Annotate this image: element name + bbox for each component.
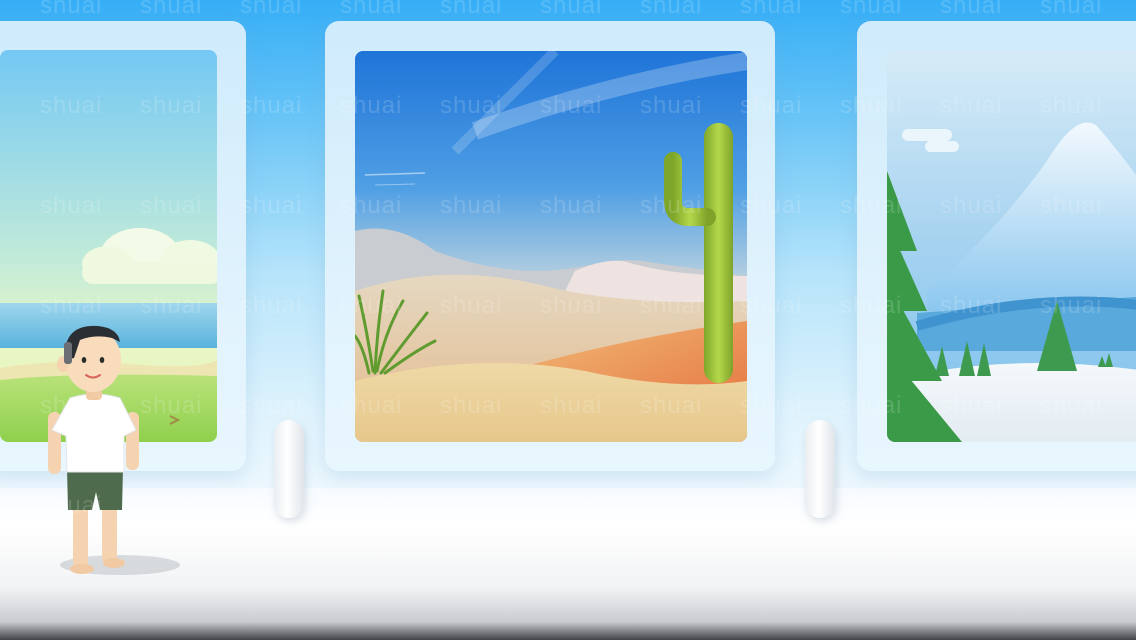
painting-desert-cactus[interactable] [355, 51, 747, 442]
desert-cactus-art [355, 51, 747, 442]
barrier-post-right [805, 420, 835, 518]
player-character[interactable] [40, 320, 190, 580]
painting-frame-right[interactable] [857, 21, 1136, 471]
gallery-scene: shuaishuaishuaishuaishuaishuaishuaishuai… [0, 0, 1136, 640]
snowy-mountain-art [887, 51, 1136, 442]
painting-frame-center[interactable] [325, 21, 775, 471]
barrier-post-left [274, 420, 304, 518]
boy-avatar-icon [48, 325, 180, 575]
painting-snowy-mountain[interactable] [887, 51, 1136, 442]
